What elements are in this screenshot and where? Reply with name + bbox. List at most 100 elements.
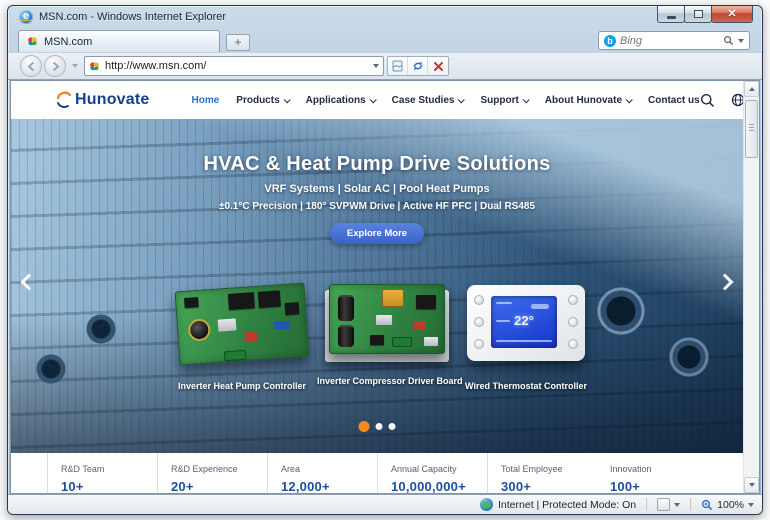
product-card-compressor-driver[interactable]: Inverter Compressor Driver Board: [317, 274, 457, 386]
globe-icon: [731, 93, 743, 107]
minimize-button[interactable]: [657, 6, 685, 23]
stat-total-employee: Total Employee 300+: [487, 453, 597, 493]
scroll-up-button[interactable]: [744, 81, 759, 97]
bing-search-box[interactable]: b: [598, 31, 750, 50]
nav-item-about[interactable]: About Hunovate: [545, 95, 631, 106]
carousel-dot-1[interactable]: [359, 421, 370, 432]
main-nav: Home Products Applications Case Studies …: [192, 95, 700, 106]
bing-logo-icon: b: [604, 35, 616, 47]
stat-innovation: Innovation 100+: [597, 453, 707, 493]
carousel-dots: [359, 421, 396, 432]
search-options-dropdown-icon[interactable]: [738, 39, 744, 43]
nav-item-support[interactable]: Support: [480, 95, 527, 106]
language-switcher[interactable]: EN: [731, 93, 743, 107]
hero-banner: HVAC & Heat Pump Drive Solutions VRF Sys…: [11, 119, 743, 453]
stat-rd-team: R&D Team 10+: [47, 453, 157, 493]
chevron-down-icon: [283, 96, 290, 103]
address-actions: [387, 56, 449, 76]
msn-butterfly-icon: [89, 61, 100, 72]
stop-button[interactable]: [428, 57, 448, 75]
url-input[interactable]: [105, 60, 368, 72]
close-button[interactable]: ✕: [711, 6, 753, 23]
window-controls: ✕: [658, 6, 753, 23]
page-viewport: Hunovate Home Products Applications Case…: [10, 80, 760, 494]
compatibility-view-icon: [392, 60, 403, 72]
chevron-down-icon: [626, 96, 633, 103]
back-icon: [26, 61, 37, 72]
site-logo[interactable]: Hunovate: [55, 91, 150, 109]
compatibility-view-button[interactable]: [388, 57, 408, 75]
refresh-icon: [412, 60, 424, 72]
maximize-icon: [694, 10, 703, 18]
product-card-heat-pump-controller[interactable]: Inverter Heat Pump Controller: [171, 279, 313, 391]
status-menu-icon: [657, 498, 670, 511]
carousel-prev-button[interactable]: [19, 265, 39, 299]
zoom-level-label: 100%: [717, 499, 744, 511]
zoom-level-button[interactable]: 100%: [701, 499, 754, 511]
zoom-icon: [701, 499, 713, 511]
nav-item-case-studies[interactable]: Case Studies: [392, 95, 464, 106]
navigation-toolbar: [8, 52, 762, 80]
zone-text: Internet | Protected Mode: On: [498, 499, 636, 511]
ie-logo-icon: e: [19, 10, 33, 24]
search-icon[interactable]: [700, 93, 715, 108]
carousel-next-button[interactable]: [715, 265, 735, 299]
nav-item-products[interactable]: Products: [236, 95, 288, 106]
dropdown-icon: [674, 503, 680, 507]
maximize-button[interactable]: [684, 6, 712, 23]
logo-text: Hunovate: [75, 91, 150, 109]
carousel-dot-3[interactable]: [389, 423, 396, 430]
tab-msn[interactable]: MSN.com: [18, 30, 220, 52]
forward-icon: [50, 61, 61, 72]
refresh-button[interactable]: [408, 57, 428, 75]
nav-item-contact[interactable]: Contact us: [648, 95, 700, 106]
explore-more-button[interactable]: Explore More: [330, 223, 424, 244]
browser-window: e MSN.com - Windows Internet Explorer ✕ …: [7, 5, 763, 515]
hero-title: HVAC & Heat Pump Drive Solutions: [11, 153, 743, 176]
thermostat-art: 22°: [467, 285, 585, 361]
status-menu-button[interactable]: [657, 498, 680, 511]
statusbar-separator: [690, 498, 691, 511]
scroll-down-button[interactable]: [744, 477, 759, 493]
recent-pages-dropdown-icon[interactable]: [72, 64, 78, 68]
carousel-next-icon: [717, 274, 734, 291]
new-tab-button[interactable]: +: [226, 34, 250, 51]
thermostat-temperature: 22°: [491, 313, 557, 328]
carousel-dot-2[interactable]: [376, 423, 383, 430]
vertical-scrollbar[interactable]: [743, 81, 759, 493]
logo-swirl-icon: [55, 91, 73, 109]
card-label: Inverter Heat Pump Controller: [171, 381, 313, 391]
stat-annual-capacity: Annual Capacity 10,000,000+: [377, 453, 487, 493]
card-label: Wired Thermostat Controller: [455, 381, 597, 391]
scroll-up-icon: [749, 87, 755, 91]
search-icon[interactable]: [723, 35, 734, 46]
bing-search-input[interactable]: [620, 35, 719, 47]
stop-icon: [433, 61, 444, 72]
title-bar[interactable]: e MSN.com - Windows Internet Explorer ✕: [8, 6, 762, 28]
internet-zone-icon: [480, 498, 493, 511]
minimize-icon: [667, 16, 676, 19]
back-button[interactable]: [20, 55, 42, 77]
header-right: EN: [700, 93, 743, 108]
close-icon: ✕: [727, 9, 736, 20]
hero-features: ±0.1°C Precision | 180° SVPWM Drive | Ac…: [11, 201, 743, 212]
stats-strip: R&D Team 10+ R&D Experience 20+ Area 12,…: [11, 453, 743, 493]
chevron-down-icon: [458, 96, 465, 103]
nav-item-applications[interactable]: Applications: [306, 95, 375, 106]
pcb-art: [329, 284, 445, 354]
hero-subtitle: VRF Systems | Solar AC | Pool Heat Pumps: [11, 183, 743, 195]
scroll-down-icon: [749, 483, 755, 487]
statusbar-separator: [646, 498, 647, 511]
card-label: Inverter Compressor Driver Board: [317, 376, 457, 386]
thermostat-screen: 22°: [491, 296, 557, 348]
site-header: Hunovate Home Products Applications Case…: [11, 81, 743, 119]
address-bar[interactable]: [84, 56, 384, 76]
forward-button[interactable]: [44, 55, 66, 77]
address-dropdown-icon[interactable]: [373, 64, 379, 68]
chevron-down-icon: [369, 96, 376, 103]
product-card-thermostat[interactable]: 22° Wired Thermostat Controller: [455, 279, 597, 391]
stat-area: Area 12,000+: [267, 453, 377, 493]
tab-label: MSN.com: [44, 36, 92, 48]
nav-item-home[interactable]: Home: [192, 95, 220, 106]
scrollbar-thumb[interactable]: [745, 100, 758, 158]
